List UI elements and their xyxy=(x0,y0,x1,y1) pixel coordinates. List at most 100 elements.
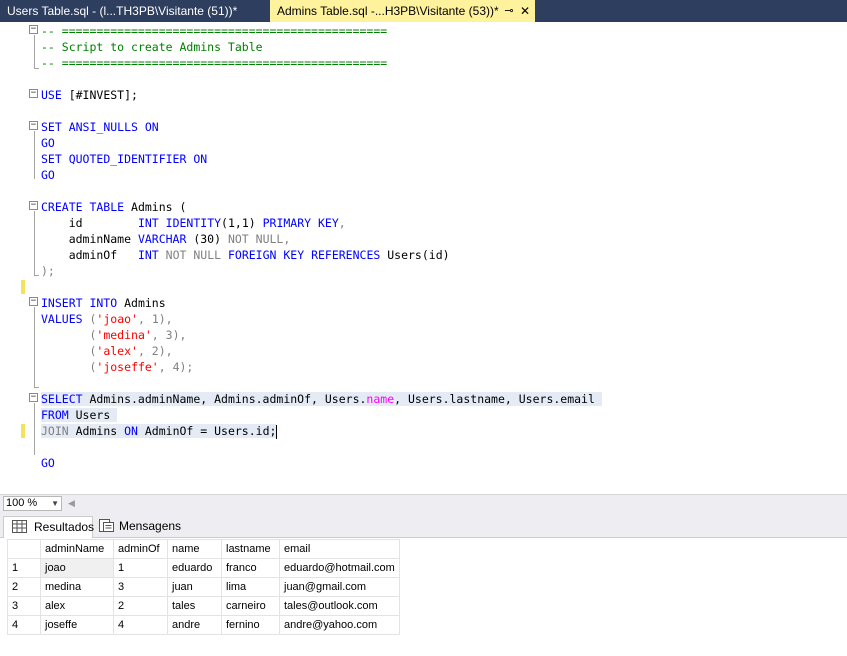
grid-cell[interactable]: 3 xyxy=(113,577,168,597)
code-line: ); xyxy=(41,264,55,278)
change-marker xyxy=(21,424,25,438)
tab-label: Users Table.sql - (l...TH3PB\Visitante (… xyxy=(7,4,238,18)
grid-cell[interactable]: carneiro xyxy=(221,596,280,616)
grid-header-row: adminName adminOf name lastname email xyxy=(7,539,400,559)
fold-toggle-icon[interactable]: − xyxy=(29,121,38,130)
change-marker xyxy=(21,280,25,294)
table-row: 1 joao 1 eduardo franco eduardo@hotmail.… xyxy=(7,558,400,578)
grid-icon xyxy=(12,520,27,533)
fold-end xyxy=(34,68,39,69)
fold-line xyxy=(34,211,35,275)
fold-line xyxy=(34,307,35,387)
chevron-down-icon: ▼ xyxy=(51,499,59,508)
results-grid[interactable]: adminName adminOf name lastname email 1 … xyxy=(7,539,400,635)
code-line: -- =====================================… xyxy=(41,56,388,70)
fold-end xyxy=(34,275,39,276)
grid-cell[interactable]: eduardo xyxy=(167,558,222,578)
zoom-select[interactable]: 100 % ▼ xyxy=(3,496,62,511)
code-text[interactable]: -- =====================================… xyxy=(41,23,602,471)
fold-line xyxy=(34,35,35,68)
code-line-selected: FROM Users xyxy=(41,408,118,422)
code-line: GO xyxy=(41,136,55,150)
code-line: ('alex', 2), xyxy=(89,344,173,358)
results-grid-panel: adminName adminOf name lastname email 1 … xyxy=(0,538,847,656)
table-row: 4 joseffe 4 andre fernino andre@yahoo.co… xyxy=(7,615,400,635)
messages-icon xyxy=(99,519,114,532)
tab-admins-table[interactable]: Admins Table.sql -...H3PB\Visitante (53)… xyxy=(270,0,535,22)
tab-label: Admins Table.sql -...H3PB\Visitante (53)… xyxy=(277,4,499,18)
grid-cell-selected[interactable]: joao xyxy=(40,558,114,578)
code-line: USE [#INVEST]; xyxy=(41,88,138,102)
grid-cell[interactable]: andre@yahoo.com xyxy=(279,615,400,635)
grid-cell[interactable]: juan xyxy=(167,577,222,597)
fold-end xyxy=(34,387,39,388)
row-number[interactable]: 4 xyxy=(7,615,41,635)
row-number-header[interactable] xyxy=(7,539,41,559)
code-line: GO xyxy=(41,456,55,470)
grid-cell[interactable]: joseffe xyxy=(40,615,114,635)
grid-cell[interactable]: lima xyxy=(221,577,280,597)
grid-cell[interactable]: andre xyxy=(167,615,222,635)
tab-messages[interactable]: Mensagens xyxy=(95,516,182,538)
pin-icon[interactable]: ⊸ xyxy=(502,0,516,22)
grid-cell[interactable]: tales xyxy=(167,596,222,616)
code-line-selected: JOIN Admins ON AdminOf = Users.id; xyxy=(41,424,278,439)
code-line: adminOf INT NOT NULL FOREIGN KEY REFEREN… xyxy=(41,248,450,262)
code-line: id INT IDENTITY(1,1) PRIMARY KEY, xyxy=(41,216,346,230)
scroll-left-icon[interactable]: ◀ xyxy=(68,496,75,511)
tab-users-table[interactable]: Users Table.sql - (l...TH3PB\Visitante (… xyxy=(0,0,270,22)
grid-cell[interactable]: alex xyxy=(40,596,114,616)
results-tab-strip: Resultados Mensagens xyxy=(0,512,847,538)
grid-cell[interactable]: franco xyxy=(221,558,280,578)
fold-toggle-icon[interactable]: − xyxy=(29,393,38,402)
row-number[interactable]: 3 xyxy=(7,596,41,616)
fold-toggle-icon[interactable]: − xyxy=(29,297,38,306)
tab-results[interactable]: Resultados xyxy=(3,516,95,538)
grid-cell[interactable]: medina xyxy=(40,577,114,597)
code-line: -- Script to create Admins Table xyxy=(41,40,263,54)
column-header[interactable]: name xyxy=(167,539,222,559)
row-number[interactable]: 2 xyxy=(7,577,41,597)
grid-cell[interactable]: fernino xyxy=(221,615,280,635)
column-header[interactable]: email xyxy=(279,539,400,559)
code-line: VALUES ('joao', 1), xyxy=(41,312,173,326)
grid-cell[interactable]: 1 xyxy=(113,558,168,578)
text-caret xyxy=(276,424,278,439)
document-tab-strip: Users Table.sql - (l...TH3PB\Visitante (… xyxy=(0,0,847,22)
row-number[interactable]: 1 xyxy=(7,558,41,578)
grid-cell[interactable]: eduardo@hotmail.com xyxy=(279,558,400,578)
selection-margin xyxy=(0,22,20,494)
tab-results-label: Resultados xyxy=(34,520,95,534)
fold-toggle-icon[interactable]: − xyxy=(29,89,38,98)
code-line: adminName VARCHAR (30) NOT NULL, xyxy=(41,232,291,246)
table-row: 3 alex 2 tales carneiro tales@outlook.co… xyxy=(7,596,400,616)
zoom-value: 100 % xyxy=(6,497,38,509)
code-line-selected: SELECT Admins.adminName, Admins.adminOf,… xyxy=(41,392,602,406)
code-line: ('medina', 3), xyxy=(89,328,187,342)
grid-cell[interactable]: juan@gmail.com xyxy=(279,577,400,597)
query-editor[interactable]: − − − − − − -- =========================… xyxy=(0,22,847,494)
code-line: ('joseffe', 4); xyxy=(89,360,194,374)
close-icon[interactable]: ✕ xyxy=(518,0,532,22)
grid-cell[interactable]: 4 xyxy=(113,615,168,635)
fold-line xyxy=(34,441,35,455)
table-row: 2 medina 3 juan lima juan@gmail.com xyxy=(7,577,400,597)
fold-toggle-icon[interactable]: − xyxy=(29,201,38,210)
fold-line xyxy=(34,131,35,179)
code-line: CREATE TABLE Admins ( xyxy=(41,200,187,214)
column-header[interactable]: adminName xyxy=(40,539,114,559)
grid-cell[interactable]: 2 xyxy=(113,596,168,616)
grid-cell[interactable]: tales@outlook.com xyxy=(279,596,400,616)
code-line: -- =====================================… xyxy=(41,24,388,38)
code-line: SET QUOTED_IDENTIFIER ON xyxy=(41,152,208,166)
code-line: SET ANSI_NULLS ON xyxy=(41,120,159,134)
column-header[interactable]: lastname xyxy=(221,539,280,559)
fold-toggle-icon[interactable]: − xyxy=(29,25,38,34)
column-header[interactable]: adminOf xyxy=(113,539,168,559)
tab-messages-label: Mensagens xyxy=(119,519,182,533)
